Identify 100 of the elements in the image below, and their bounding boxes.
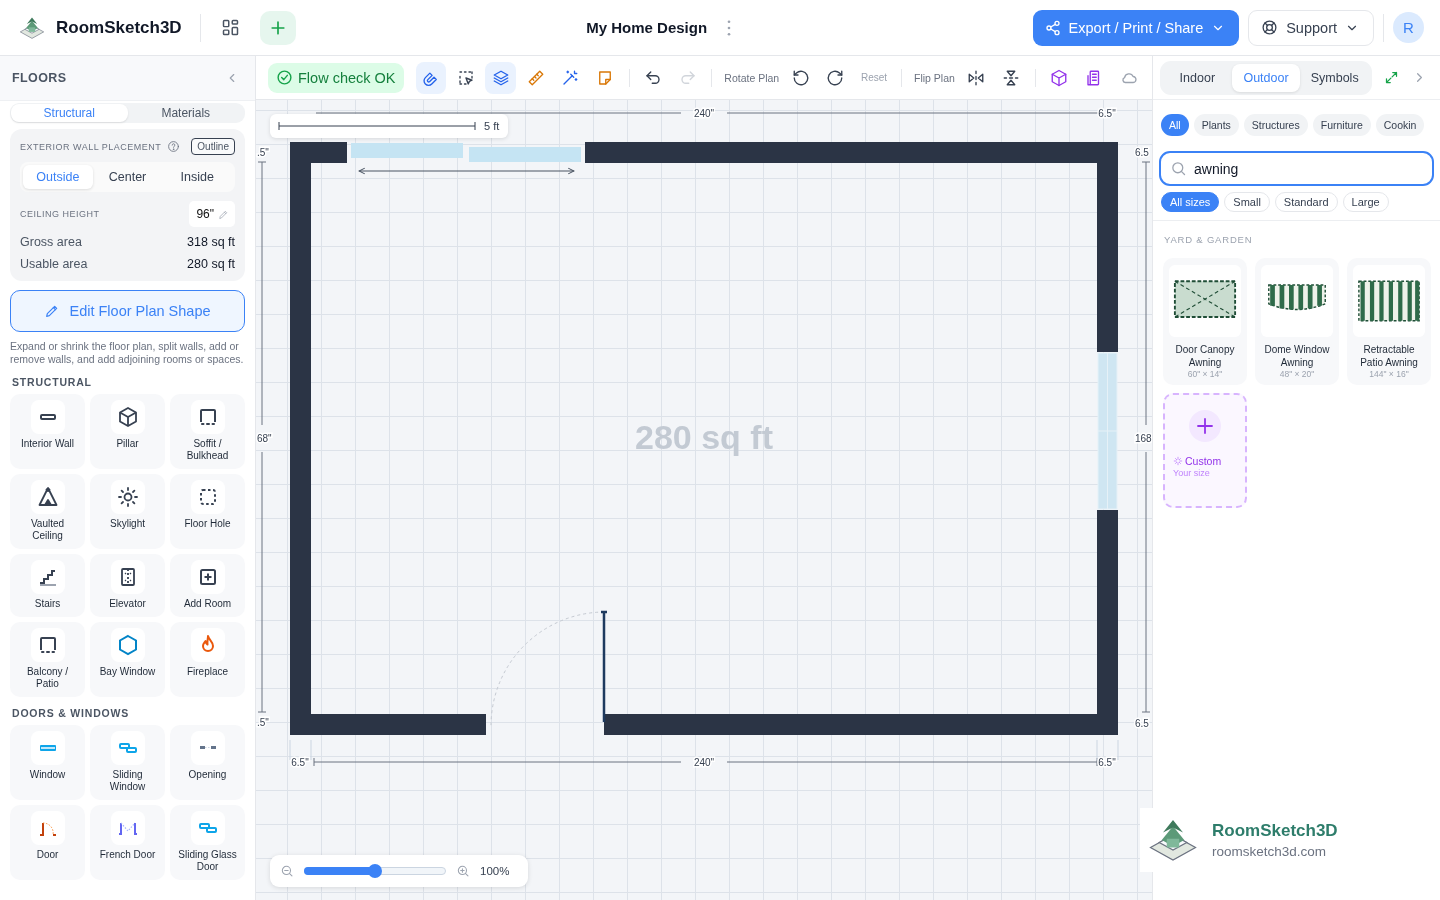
tool-tile[interactable]: Elevator [90,553,165,617]
dimension-label: 6.5 [1135,147,1149,158]
category-chip[interactable]: Cookin [1375,114,1425,136]
search-field[interactable]: awning [1159,151,1434,186]
custom-item-card[interactable]: Custom Your size [1163,393,1247,508]
placement-option[interactable]: Inside [162,165,232,189]
undo-icon [644,68,663,87]
section-heading: YARD & GARDEN [1164,234,1254,245]
tool-tile[interactable]: Window [10,724,85,800]
pencil-icon [218,208,229,220]
tool-tile[interactable]: Door [10,804,85,880]
help-icon [167,140,181,153]
tile-label: Sliding Glass Door [177,848,238,873]
toolbar-label: Rotate Plan [724,71,780,84]
scale-label: 5 ft [484,120,500,132]
library-tab[interactable]: Indoor [1163,63,1232,92]
dimension-label: 6.5 [1135,718,1149,729]
item-name: Door Canopy Awning [1174,343,1236,369]
export-button[interactable]: Export / Print / Share [1032,9,1240,46]
outline-button[interactable]: Outline [191,138,235,155]
tool-tile[interactable]: French Door [90,804,165,880]
tool-tile[interactable]: Floor Hole [170,473,245,549]
tile-label: French Door [99,848,156,861]
flow-check-badge[interactable]: Flow check OK [268,62,404,93]
check-circle-icon [276,69,293,86]
add-button[interactable] [259,10,296,45]
zoom-slider[interactable] [304,864,446,878]
sidebar-tab[interactable]: Structural [11,104,128,122]
area-label: Usable area [20,257,88,271]
size-chip[interactable]: All sizes [1161,192,1220,212]
rotate-right-icon [826,68,845,87]
app-name: RoomSketch3D [56,17,182,38]
category-chip[interactable]: All [1161,114,1189,136]
ceiling-height-field[interactable]: 96" [189,201,235,227]
slider-thumb[interactable] [368,864,382,878]
cube-icon [1049,68,1068,87]
item-card[interactable]: Dome Window Awning 48" × 20" [1255,258,1339,385]
rotate-left-icon [791,68,810,87]
category-chip[interactable]: Plants [1193,114,1239,136]
window-icon [38,743,57,752]
size-chip[interactable]: Large [1342,192,1389,212]
area-label: Gross area [20,235,82,249]
panel-title: FLOORS [12,71,67,85]
wall-icon [38,412,57,421]
layers-button[interactable] [485,61,517,94]
redo-icon [678,68,697,87]
tool-tile[interactable]: Pillar [90,393,165,469]
field-label: CEILING HEIGHT [20,209,100,219]
zoom-out-button[interactable] [280,864,294,878]
dimension-label: 6.5" [291,757,309,768]
placement-option[interactable]: Outside [23,165,93,189]
tile-label: Stairs [34,597,61,610]
zoom-in-button[interactable] [456,864,470,878]
tile-label: Window [29,768,66,781]
search-icon [1170,160,1187,177]
item-card[interactable]: Retractable Patio Awning 144" × 16" [1347,258,1431,385]
tool-tile[interactable]: Sliding Window [90,724,165,800]
area-value: 318 sq ft [187,235,235,249]
tile-label: Sliding Window [108,768,147,793]
tile-label: Balcony / Patio [25,665,70,690]
item-name: Dome Window Awning [1263,343,1331,369]
tool-tile[interactable]: Stairs [10,553,85,617]
category-chip[interactable]: Furniture [1312,114,1371,136]
sun-icon [115,484,140,509]
ruler-icon [526,68,545,87]
tile-label: Fireplace [186,665,229,678]
flip-horizontal-icon [967,68,986,87]
tile-label: Vaulted Ceiling [29,517,66,542]
tool-tile[interactable]: Skylight [90,473,165,549]
tile-label: Add Room [183,597,232,610]
tool-tile[interactable]: Opening [170,724,245,800]
tool-tile[interactable]: Vaulted Ceiling [10,473,85,549]
share-icon [1044,19,1061,36]
item-size: 48" × 20" [1279,369,1315,379]
tile-label: Bay Window [99,665,156,678]
item-card[interactable]: Door Canopy Awning 60" × 14" [1163,258,1247,385]
item-size: 60" × 14" [1187,369,1223,379]
tool-tile[interactable]: Balcony / Patio [10,621,85,697]
library-tab[interactable]: Symbols [1300,63,1369,92]
layers-icon [491,68,510,87]
dimension-label: .5" [257,717,269,728]
placement-option[interactable]: Center [92,165,163,189]
tool-tile[interactable]: Sliding Glass Door [170,804,245,880]
support-button[interactable]: Support [1248,9,1374,46]
tool-tile[interactable]: Interior Wall [10,393,85,469]
tool-tile[interactable]: Add Room [170,553,245,617]
tool-tile[interactable]: Soffit / Bulkhead [170,393,245,469]
toolbar-label: Flip Plan [914,71,955,84]
category-chip[interactable]: Structures [1243,114,1308,136]
size-chip[interactable]: Small [1224,192,1270,212]
sidebar-tab[interactable]: Materials [127,104,244,122]
size-chip[interactable]: Standard [1274,192,1338,212]
flip-vertical-icon [1002,68,1021,87]
tool-tile[interactable]: Bay Window [90,621,165,697]
item-size: 144" × 16" [1369,369,1409,379]
library-tab[interactable]: Outdoor [1231,63,1301,92]
tile-label: Pillar [116,437,139,450]
tool-tile[interactable]: Fireplace [170,621,245,697]
awning-drawing [1357,278,1421,324]
dimension-label: 6.5" [1098,108,1116,119]
